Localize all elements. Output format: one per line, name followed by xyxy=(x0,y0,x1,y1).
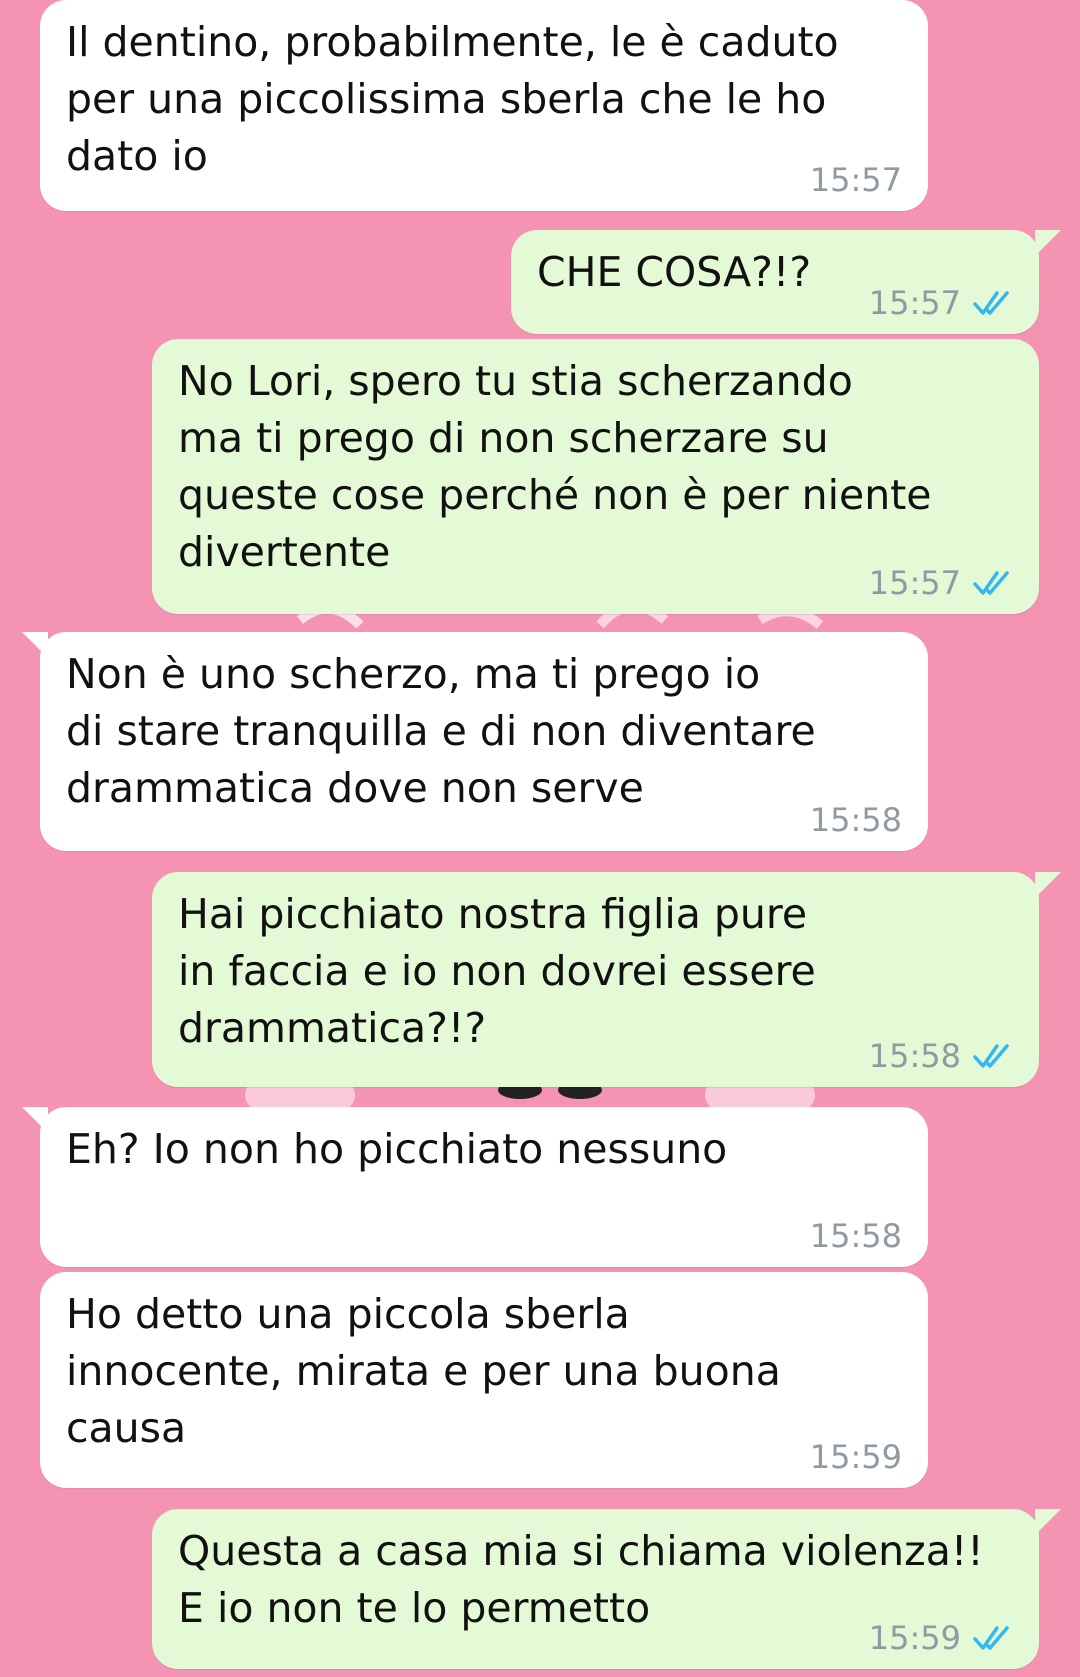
message-text: Hai picchiato nostra figlia pure in facc… xyxy=(178,890,816,1052)
message-timestamp: 15:57 xyxy=(868,564,961,602)
message-timestamp: 15:59 xyxy=(868,1619,961,1657)
message-timestamp: 15:58 xyxy=(809,801,902,839)
message-bubble-incoming[interactable]: Ho detto una piccola sberla innocente, m… xyxy=(40,1272,928,1488)
message-text: Non è uno scherzo, ma ti prego io di sta… xyxy=(66,650,816,812)
message-bubble-incoming[interactable]: Il dentino, probabilmente, le è caduto p… xyxy=(40,0,928,211)
double-check-icon xyxy=(973,1044,1009,1068)
message-text: Ho detto una piccola sberla innocente, m… xyxy=(66,1290,781,1452)
double-check-icon xyxy=(973,571,1009,595)
message-text: No Lori, spero tu stia scherzando ma ti … xyxy=(178,357,932,576)
message-text: Il dentino, probabilmente, le è caduto p… xyxy=(66,18,839,180)
message-timestamp: 15:59 xyxy=(809,1438,902,1476)
message-timestamp: 15:58 xyxy=(868,1037,961,1075)
message-text: Eh? Io non ho picchiato nessuno xyxy=(66,1125,728,1173)
message-timestamp: 15:57 xyxy=(809,161,902,199)
message-timestamp: 15:58 xyxy=(809,1217,902,1255)
message-bubble-outgoing[interactable]: No Lori, spero tu stia scherzando ma ti … xyxy=(152,339,1039,614)
message-timestamp: 15:57 xyxy=(868,284,961,322)
message-bubble-incoming[interactable]: Eh? Io non ho picchiato nessuno 15:58 xyxy=(22,1107,928,1267)
message-bubble-outgoing[interactable]: Hai picchiato nostra figlia pure in facc… xyxy=(152,872,1061,1087)
message-bubble-outgoing[interactable]: CHE COSA?!? 15:57 xyxy=(511,230,1061,334)
message-bubble-outgoing[interactable]: Questa a casa mia si chiama violenza!! E… xyxy=(152,1509,1061,1669)
double-check-icon xyxy=(973,1626,1009,1650)
double-check-icon xyxy=(973,291,1009,315)
message-bubble-incoming[interactable]: Non è uno scherzo, ma ti prego io di sta… xyxy=(22,632,928,851)
